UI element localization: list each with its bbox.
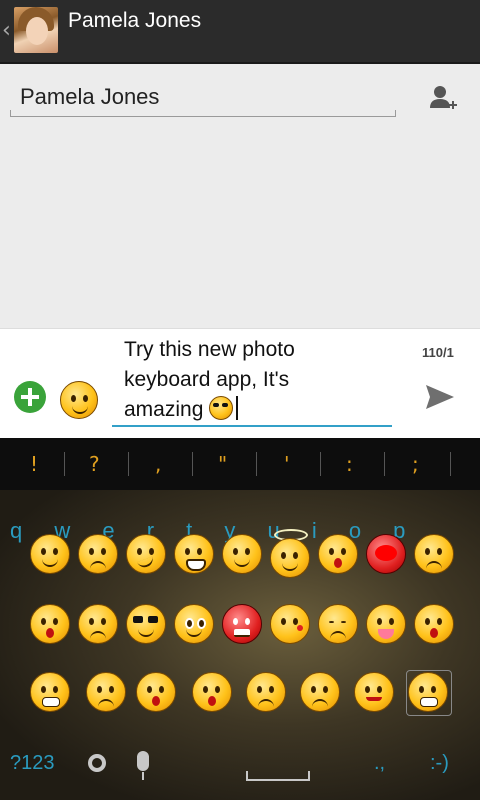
spacebar-key[interactable] <box>246 771 310 781</box>
emoji-pout[interactable] <box>86 672 126 712</box>
punct-semicolon[interactable]: ; <box>412 452 419 476</box>
punct-question[interactable]: ? <box>89 452 100 476</box>
period-comma-key[interactable]: ., <box>374 752 385 775</box>
action-bar: ‹ Pamela Jones <box>0 0 480 64</box>
punct-quote[interactable]: " <box>218 452 227 476</box>
emoji-unhappy[interactable] <box>78 604 118 644</box>
plus-circle-icon[interactable] <box>14 381 46 413</box>
punct-apostrophe[interactable]: ' <box>284 452 290 476</box>
emoji-tears[interactable] <box>408 672 448 712</box>
message-input[interactable]: Try this new photo keyboard app, It's am… <box>112 335 392 427</box>
emoji-oh[interactable] <box>30 604 70 644</box>
punctuation-row: ! ? , " ' : ; <box>0 438 480 490</box>
chevron-left-icon[interactable]: ‹ <box>2 18 11 43</box>
emoji-sleepy[interactable] <box>318 604 358 644</box>
character-counter: 110/1 <box>422 345 454 360</box>
symbols-key[interactable]: ?123 <box>10 752 55 775</box>
contact-avatar[interactable] <box>14 7 58 53</box>
compose-bar: Try this new photo keyboard app, It's am… <box>0 328 480 439</box>
emoji-grin[interactable] <box>174 534 214 574</box>
emoji-shout[interactable] <box>366 534 406 574</box>
microphone-icon[interactable] <box>137 751 149 771</box>
emoji-wow[interactable] <box>192 672 232 712</box>
emoji-shock[interactable] <box>414 604 454 644</box>
emoji-nerd[interactable] <box>174 604 214 644</box>
emoji-angel[interactable] <box>270 538 310 578</box>
microphone-stand <box>142 772 144 780</box>
emoji-angry[interactable] <box>222 604 262 644</box>
emoji-smirk[interactable] <box>126 534 166 574</box>
smiley-key[interactable]: :-) <box>430 752 449 775</box>
emoji-hurt[interactable] <box>300 672 340 712</box>
add-person-icon[interactable] <box>428 84 458 114</box>
emoji-tongue[interactable] <box>366 604 406 644</box>
emoji-keyboard: ! ? , " ' : ; q w e r t y u i o p ?123 .… <box>0 438 480 800</box>
emoji-surprised[interactable] <box>318 534 358 574</box>
emoji-gasp[interactable] <box>136 672 176 712</box>
emoji-sad[interactable] <box>78 534 118 574</box>
emoji-smile[interactable] <box>30 534 70 574</box>
recipient-value: Pamela Jones <box>20 84 160 109</box>
emoji-worried[interactable] <box>246 672 286 712</box>
message-text: Try this new photo keyboard app, It's am… <box>124 338 295 421</box>
emoji-grumpy[interactable] <box>354 672 394 712</box>
smiley-icon[interactable] <box>60 381 98 419</box>
emoji-kiss[interactable] <box>270 604 310 644</box>
punct-colon[interactable]: : <box>346 452 353 476</box>
emoji-happy[interactable] <box>222 534 262 574</box>
emoji-cool[interactable] <box>126 604 166 644</box>
send-icon[interactable] <box>424 381 456 413</box>
conversation-title: Pamela Jones <box>68 9 202 32</box>
recipient-field[interactable]: Pamela Jones <box>10 84 396 117</box>
punct-comma[interactable]: , <box>155 452 161 476</box>
cool-emoji-icon <box>209 396 234 420</box>
emoji-drool[interactable] <box>30 672 70 712</box>
emoji-confused[interactable] <box>414 534 454 574</box>
text-cursor <box>236 396 239 420</box>
punct-exclaim[interactable]: ! <box>30 452 38 476</box>
gear-icon[interactable] <box>88 754 106 772</box>
